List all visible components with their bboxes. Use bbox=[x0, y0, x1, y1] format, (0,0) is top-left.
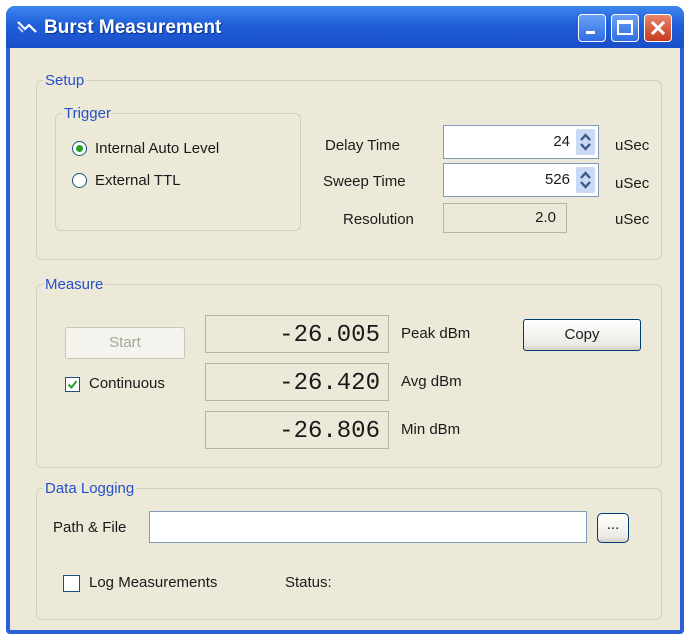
delay-time-spinner[interactable]: 24 bbox=[443, 125, 599, 159]
resolution-unit: uSec bbox=[615, 211, 650, 228]
title-bar[interactable]: Burst Measurement bbox=[6, 6, 684, 48]
path-file-label: Path & File bbox=[53, 519, 127, 536]
window-title: Burst Measurement bbox=[44, 17, 222, 38]
start-button[interactable]: Start bbox=[65, 327, 185, 359]
avg-reading-value: -26.420 bbox=[279, 370, 380, 397]
sweep-time-value[interactable]: 526 bbox=[545, 171, 570, 188]
trigger-option-label: Internal Auto Level bbox=[95, 140, 220, 157]
path-file-input[interactable] bbox=[149, 511, 587, 543]
checkmark-icon bbox=[67, 380, 78, 390]
maximize-button[interactable] bbox=[611, 14, 639, 42]
continuous-checkbox[interactable] bbox=[65, 377, 80, 392]
continuous-label: Continuous bbox=[89, 375, 165, 392]
sweep-time-unit: uSec bbox=[615, 175, 650, 192]
copy-button-label: Copy bbox=[564, 326, 600, 343]
data-logging-group: Data Logging Path & File ... Log Measure… bbox=[36, 480, 662, 620]
burst-measurement-window: Burst Measurement Setup Trigger Internal… bbox=[6, 6, 684, 634]
peak-reading-label: Peak dBm bbox=[401, 325, 471, 342]
peak-reading-field: -26.005 bbox=[205, 315, 389, 353]
resolution-value: 2.0 bbox=[535, 209, 556, 226]
resolution-field: 2.0 bbox=[443, 203, 567, 233]
resolution-label: Resolution bbox=[343, 211, 414, 228]
maximize-icon bbox=[617, 20, 633, 35]
close-icon bbox=[650, 20, 666, 36]
start-button-label: Start bbox=[109, 334, 141, 351]
browse-button[interactable]: ... bbox=[597, 513, 629, 543]
data-logging-legend: Data Logging bbox=[45, 480, 135, 497]
measure-legend: Measure bbox=[45, 276, 104, 293]
minimize-icon bbox=[586, 31, 595, 34]
avg-reading-field: -26.420 bbox=[205, 363, 389, 401]
setup-group: Setup Trigger Internal Auto Level Extern… bbox=[36, 72, 662, 260]
delay-time-unit: uSec bbox=[615, 137, 650, 154]
min-reading-label: Min dBm bbox=[401, 421, 461, 438]
delay-time-value[interactable]: 24 bbox=[553, 133, 570, 150]
sweep-time-label: Sweep Time bbox=[323, 173, 406, 190]
avg-reading-label: Avg dBm bbox=[401, 373, 462, 390]
close-button[interactable] bbox=[644, 14, 672, 42]
spinner-arrows-icon[interactable] bbox=[576, 167, 595, 193]
client-area: Setup Trigger Internal Auto Level Extern… bbox=[10, 48, 680, 630]
trigger-option-label: External TTL bbox=[95, 172, 181, 189]
trigger-legend: Trigger bbox=[64, 105, 111, 122]
spinner-arrows-icon[interactable] bbox=[576, 129, 595, 155]
trigger-group: Trigger Internal Auto Level External TTL bbox=[55, 105, 301, 231]
radio-selected-icon[interactable] bbox=[72, 141, 87, 156]
browse-button-label: ... bbox=[606, 516, 620, 533]
measure-group: Measure Start Continuous -26.005 Peak dB… bbox=[36, 276, 662, 468]
trigger-option-external[interactable]: External TTL bbox=[72, 172, 181, 189]
app-icon bbox=[17, 21, 37, 33]
delay-time-label: Delay Time bbox=[325, 137, 401, 154]
status-label: Status: bbox=[285, 574, 332, 591]
min-reading-field: -26.806 bbox=[205, 411, 389, 449]
minimize-button[interactable] bbox=[578, 14, 606, 42]
min-reading-value: -26.806 bbox=[279, 418, 380, 445]
copy-button[interactable]: Copy bbox=[523, 319, 641, 351]
peak-reading-value: -26.005 bbox=[279, 322, 380, 349]
trigger-option-internal[interactable]: Internal Auto Level bbox=[72, 140, 219, 157]
setup-legend: Setup bbox=[45, 72, 85, 89]
radio-unselected-icon[interactable] bbox=[72, 173, 87, 188]
log-measurements-checkbox[interactable] bbox=[63, 575, 80, 592]
sweep-time-spinner[interactable]: 526 bbox=[443, 163, 599, 197]
log-measurements-label: Log Measurements bbox=[89, 574, 218, 591]
